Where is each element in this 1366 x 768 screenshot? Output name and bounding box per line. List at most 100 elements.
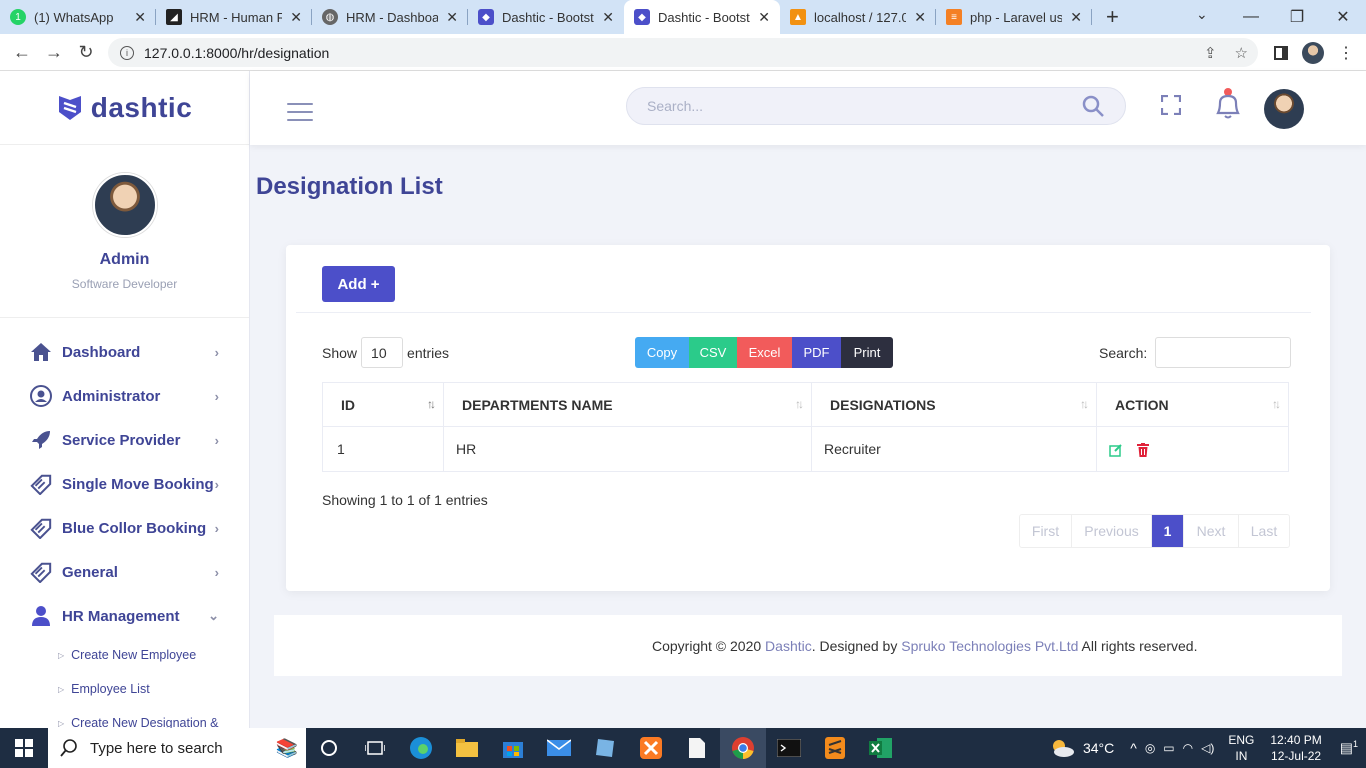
chrome-icon[interactable] [720,728,766,768]
browser-tab[interactable]: ◢ HRM - Human Re ✕ [156,0,312,34]
mail-icon[interactable] [536,728,582,768]
close-window-icon[interactable]: ✕ [1320,7,1366,27]
pdf-button[interactable]: PDF [792,337,841,368]
sidebar-item-general[interactable]: General › [0,550,249,594]
sidebar-subitem-create-designation[interactable]: ▷ Create New Designation & [0,706,249,728]
column-header-designation[interactable]: DESIGNATIONS ↑↓ [811,382,1097,427]
chevron-right-icon: › [214,344,219,360]
page-next-button[interactable]: Next [1184,515,1239,547]
brand-logo[interactable]: dashtic [0,71,249,145]
delete-icon[interactable] [1136,443,1149,458]
wifi-icon[interactable]: ◠ [1183,741,1193,755]
sidebar-item-dashboard[interactable]: Dashboard › [0,330,249,374]
close-icon[interactable]: ✕ [758,9,770,26]
document-icon[interactable] [674,728,720,768]
lang-top: ENG [1228,733,1255,747]
profile-avatar-icon[interactable] [1302,41,1324,64]
notes-app-icon[interactable] [582,728,628,768]
close-icon[interactable]: ✕ [290,9,302,26]
cortana-icon[interactable] [306,728,352,768]
close-icon[interactable]: ✕ [602,9,614,26]
sidebar-item-label: Dashboard [62,343,141,361]
notifications-icon[interactable]: ▤1 [1340,739,1358,757]
column-header-action[interactable]: ACTION ↑↓ [1096,382,1289,427]
clock[interactable]: 12:40 PM 12-Jul-22 [1270,732,1321,764]
column-header-id[interactable]: ID ↑↓ [322,382,444,427]
close-icon[interactable]: ✕ [134,9,146,26]
page-current-button[interactable]: 1 [1152,515,1184,547]
browser-tab[interactable]: ◍ HRM - Dashboar ✕ [312,0,468,34]
kebab-menu-icon[interactable]: ⋮ [1338,43,1354,63]
share-icon[interactable]: ⇪ [1204,44,1217,62]
weather-temp[interactable]: 34°C [1083,740,1114,756]
bookmark-star-icon[interactable]: ☆ [1235,44,1248,62]
table-search-input[interactable] [1155,337,1292,368]
hamburger-menu-icon[interactable] [287,103,313,127]
sublime-icon[interactable] [812,728,858,768]
battery-icon[interactable]: ▭ [1163,741,1174,755]
back-icon[interactable]: ← [6,42,38,63]
header-search-input[interactable]: Search... [626,87,1126,125]
forward-icon[interactable]: → [38,42,70,63]
chevron-up-icon[interactable]: ^ [1130,740,1137,756]
page-previous-button[interactable]: Previous [1072,515,1152,547]
edit-icon[interactable] [1109,443,1123,457]
avatar[interactable] [1264,89,1304,129]
sidebar-subitem-create-employee[interactable]: ▷ Create New Employee [0,638,249,672]
sidebar-subitem-employee-list[interactable]: ▷ Employee List [0,672,249,706]
edge-icon[interactable] [398,728,444,768]
taskbar-search-input[interactable]: Type here to search 📚 [48,728,306,768]
csv-button[interactable]: CSV [689,337,737,368]
sidebar-item-administrator[interactable]: Administrator › [0,374,249,418]
browser-tab[interactable]: ◆ Dashtic - Bootstr ✕ [468,0,624,34]
minimize-icon[interactable]: — [1228,8,1274,26]
new-tab-button[interactable]: + [1092,0,1133,34]
browser-tab-active[interactable]: ◆ Dashtic - Bootstr ✕ [624,0,780,34]
volume-icon[interactable]: ◁) [1201,741,1214,755]
books-icon: 📚 [275,737,298,758]
clock-time: 12:40 PM [1270,733,1322,747]
sidebar-item-service-provider[interactable]: Service Provider › [0,418,249,462]
column-header-department[interactable]: DEPARTMENTS NAME ↑↓ [443,382,812,427]
windows-start-icon[interactable] [0,728,48,768]
cell-id: 1 [322,426,444,472]
copy-button[interactable]: Copy [635,337,689,368]
browser-tab[interactable]: ≡ php - Laravel use ✕ [936,0,1092,34]
chevron-down-icon[interactable]: ⌄ [1196,6,1208,23]
footer-brand-link[interactable]: Dashtic [765,638,812,654]
close-icon[interactable]: ✕ [1070,9,1082,26]
task-view-icon[interactable] [352,728,398,768]
add-button[interactable]: Add + [322,266,395,302]
entries-select[interactable]: 10 [361,337,404,368]
info-icon[interactable]: i [120,45,134,60]
browser-tab[interactable]: 1 (1) WhatsApp ✕ [0,0,156,34]
reload-icon[interactable]: ↻ [70,42,102,63]
store-icon[interactable] [490,728,536,768]
caret-icon: ▷ [58,650,65,660]
sidebar-item-hr-management[interactable]: HR Management ⌄ [0,594,249,638]
page-last-button[interactable]: Last [1239,515,1289,547]
sidebar-item-blue-collor-booking[interactable]: Blue Collor Booking › [0,506,249,550]
side-panel-icon[interactable] [1274,45,1288,60]
tab-title: Dashtic - Bootstr [502,9,595,25]
url-field[interactable]: i 127.0.0.1:8000/hr/designation ⇪ ☆ [108,38,1258,67]
file-explorer-icon[interactable] [444,728,490,768]
meet-icon[interactable]: ◎ [1145,741,1155,755]
excel-icon[interactable] [858,728,904,768]
xampp-icon[interactable] [628,728,674,768]
browser-tab[interactable]: ▲ localhost / 127.0 ✕ [780,0,936,34]
excel-button[interactable]: Excel [737,337,792,368]
close-icon[interactable]: ✕ [446,9,458,26]
fullscreen-icon[interactable] [1161,95,1181,115]
footer-company-link[interactable]: Spruko Technologies Pvt.Ltd [901,638,1078,654]
restore-icon[interactable]: ❐ [1274,7,1320,27]
terminal-icon[interactable] [766,728,812,768]
avatar[interactable] [92,173,157,237]
bell-icon[interactable] [1214,87,1242,121]
close-icon[interactable]: ✕ [914,9,926,26]
language-indicator[interactable]: ENG IN [1228,732,1254,764]
search-icon[interactable] [1081,94,1105,118]
print-button[interactable]: Print [841,337,893,368]
page-first-button[interactable]: First [1020,515,1072,547]
sidebar-item-single-move-booking[interactable]: Single Move Booking › [0,462,249,506]
